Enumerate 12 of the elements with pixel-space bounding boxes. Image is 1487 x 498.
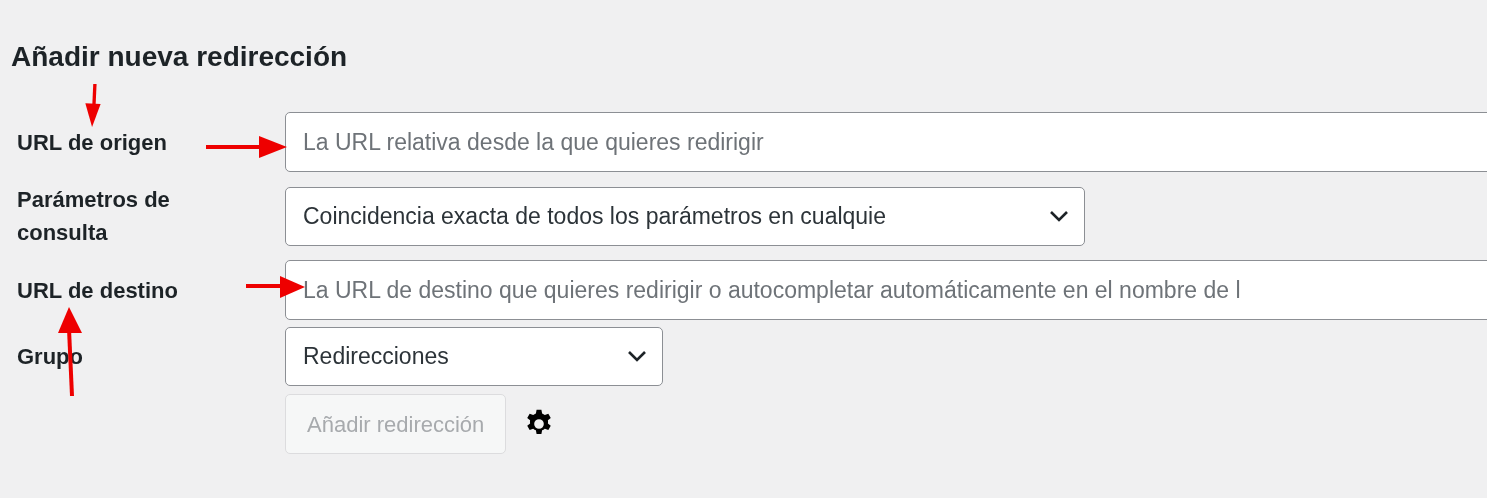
chevron-down-icon — [1048, 209, 1070, 223]
field-label: Parámetros de consulta — [17, 186, 171, 247]
field-label: URL de destino — [17, 276, 178, 305]
annotation-arrow — [246, 275, 306, 299]
dropdown[interactable]: Redirecciones — [285, 326, 663, 386]
dropdown[interactable]: Coincidencia exacta de todos los parámetros en cualquie — [285, 186, 1085, 246]
page-title: Añadir nueva redirección — [11, 40, 349, 74]
url-input[interactable]: La URL de destino que quieres redirigir o autocompletar automáticamente en el nombre de l — [285, 260, 1487, 320]
chevron-down-icon — [626, 349, 648, 363]
annotation-arrow — [84, 84, 102, 128]
url-input[interactable]: La URL relativa desde la que quieres redirigir — [285, 112, 1487, 172]
field-label: URL de origen — [17, 128, 167, 157]
